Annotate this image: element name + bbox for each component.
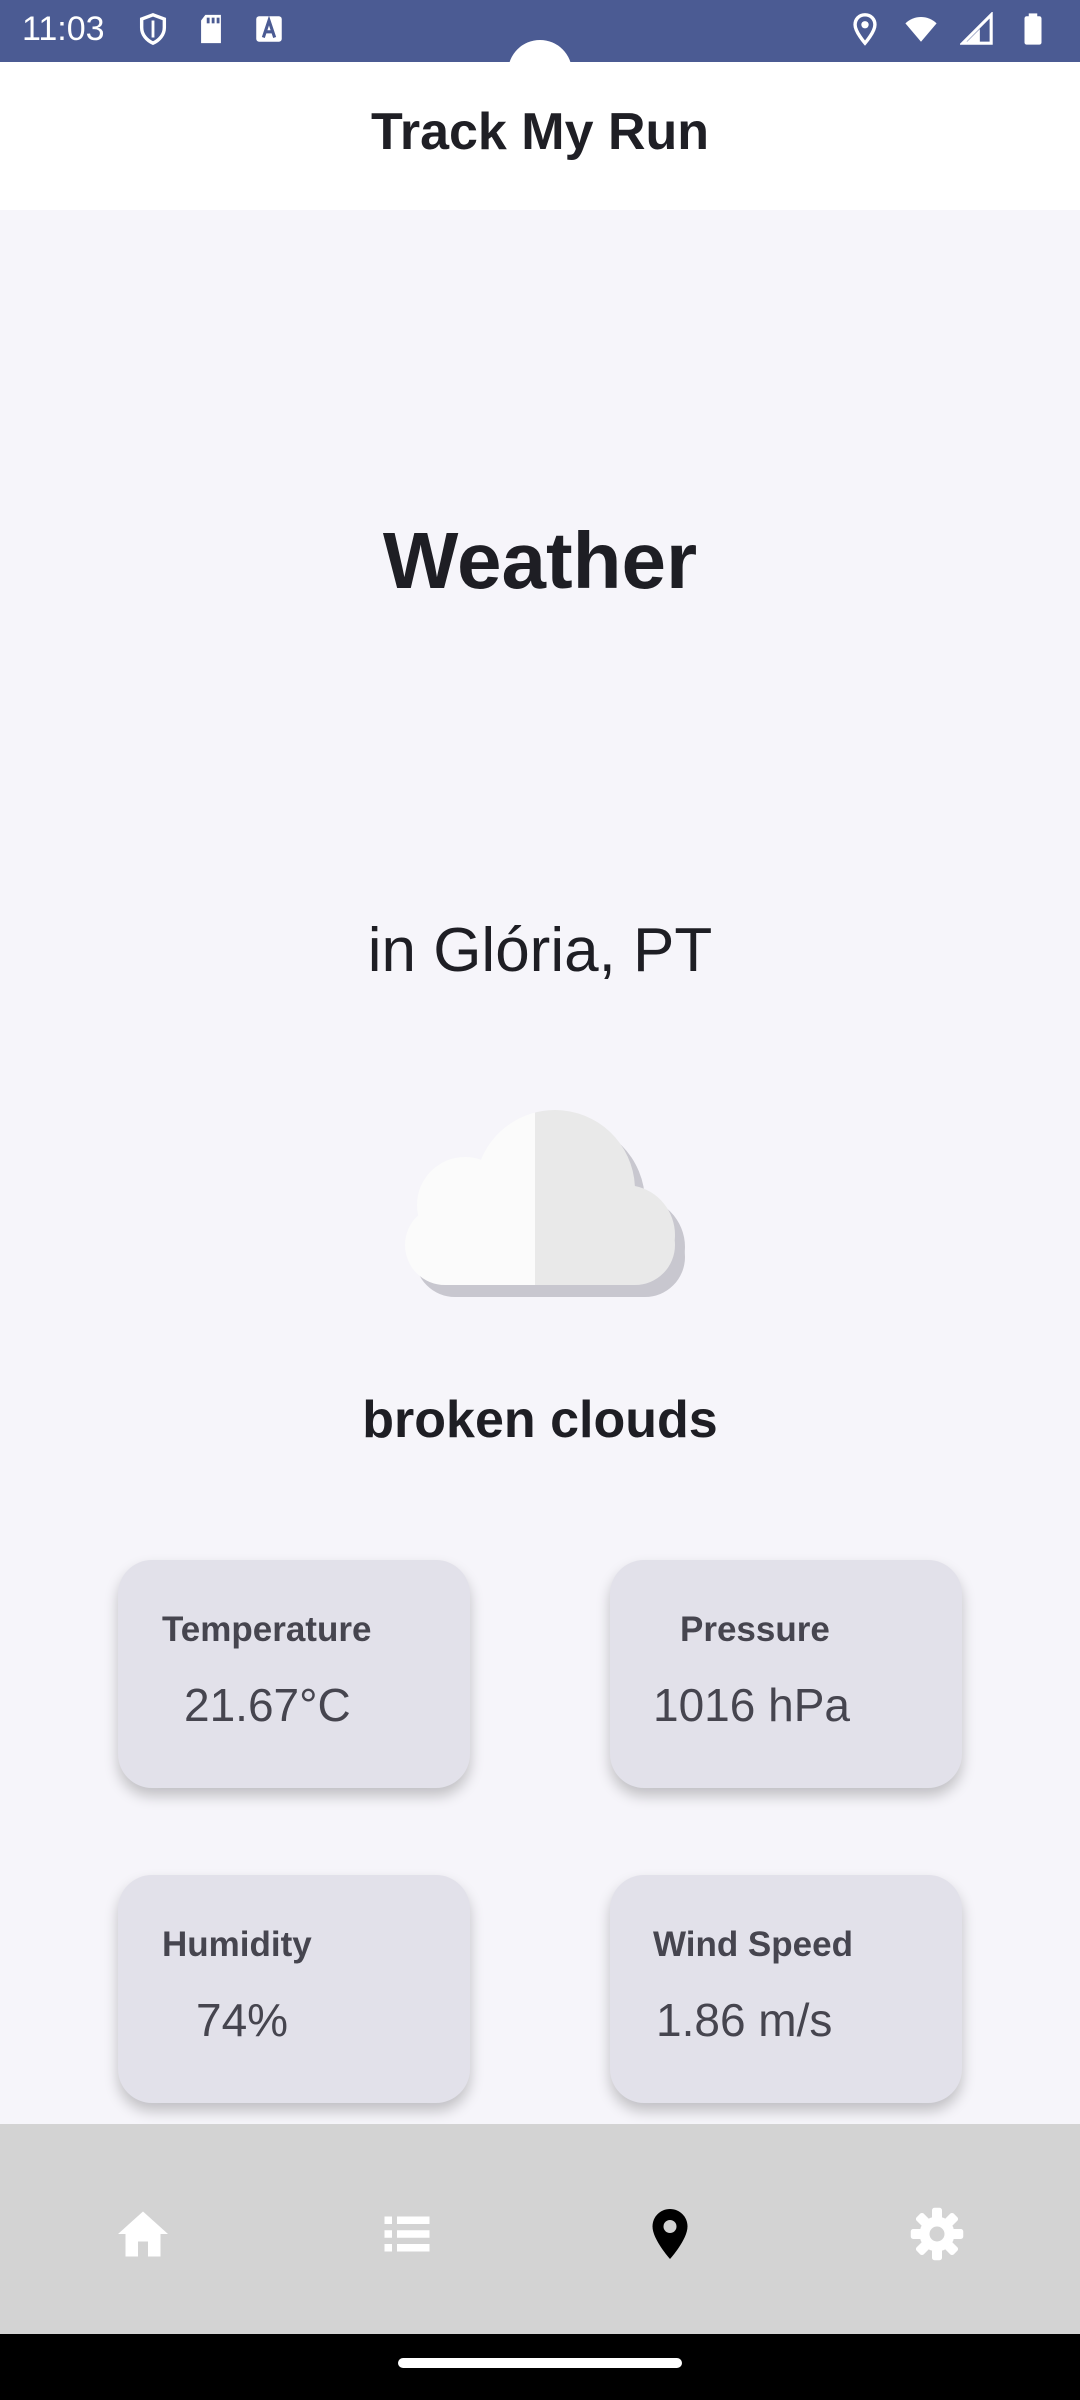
- location-pin-icon[interactable]: [640, 2204, 700, 2264]
- battery-icon: [1024, 13, 1042, 45]
- wind-speed-card: Wind Speed 1.86 m/s: [610, 1875, 962, 2103]
- location-icon: [853, 13, 877, 46]
- weather-screen: Weather in Glória, PT broken clouds Temp…: [0, 210, 1080, 2124]
- status-time: 11:03: [22, 10, 105, 48]
- wind-speed-value: 1.86 m/s: [656, 1994, 833, 2046]
- app-bar: Track My Run: [0, 62, 1080, 210]
- home-gesture-handle[interactable]: [398, 2358, 682, 2368]
- wind-speed-label: Wind Speed: [653, 1925, 853, 1964]
- list-icon[interactable]: [377, 2204, 437, 2264]
- temperature-label: Temperature: [162, 1610, 372, 1649]
- gesture-bar: [0, 2334, 1080, 2400]
- font-icon: [256, 15, 282, 42]
- wifi-icon: [905, 16, 937, 42]
- pressure-card: Pressure 1016 hPa: [610, 1560, 962, 1788]
- app-title: Track My Run: [370, 103, 710, 161]
- weather-heading: Weather: [382, 516, 698, 605]
- sd-card-icon: [201, 14, 221, 44]
- home-icon[interactable]: [113, 2204, 173, 2264]
- bottom-navigation: [0, 2124, 1080, 2334]
- humidity-value: 74%: [196, 1994, 289, 2046]
- temperature-card: Temperature 21.67°C: [118, 1560, 470, 1788]
- signal-icon: [960, 12, 993, 45]
- humidity-card: Humidity 74%: [118, 1875, 470, 2103]
- humidity-label: Humidity: [162, 1925, 312, 1964]
- shield-icon: [139, 13, 167, 46]
- weather-location: in Glória, PT: [367, 916, 713, 985]
- temperature-value: 21.67°C: [184, 1679, 351, 1731]
- weather-description: broken clouds: [362, 1391, 718, 1449]
- settings-icon[interactable]: [907, 2204, 967, 2264]
- cloud-icon: [405, 1110, 685, 1297]
- pressure-label: Pressure: [680, 1610, 830, 1649]
- pressure-value: 1016 hPa: [653, 1679, 850, 1731]
